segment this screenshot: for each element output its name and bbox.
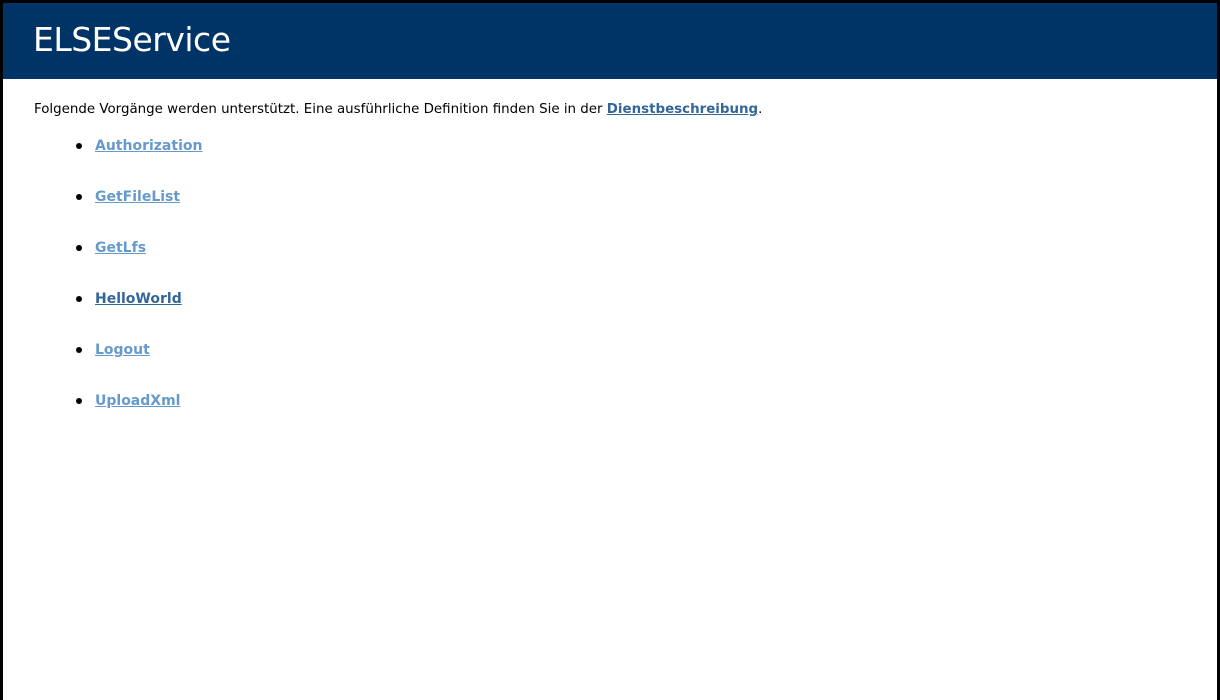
operation-link-helloworld[interactable]: HelloWorld	[95, 291, 182, 307]
page-frame: ELSEService Folgende Vorgänge werden unt…	[0, 0, 1220, 700]
list-item: UploadXml	[34, 390, 1217, 441]
header-banner: ELSEService	[3, 3, 1217, 79]
bullet-icon	[76, 398, 82, 404]
bullet-icon	[76, 143, 82, 149]
bullet-icon	[76, 296, 82, 302]
main-content: Folgende Vorgänge werden unterstützt. Ei…	[3, 79, 1217, 441]
list-item: Logout	[34, 339, 1217, 390]
intro-text-end: .	[758, 102, 763, 117]
operation-link-uploadxml[interactable]: UploadXml	[95, 393, 180, 409]
operations-list: Authorization GetFileList GetLfs HelloWo…	[34, 121, 1217, 441]
list-item: GetLfs	[34, 237, 1217, 288]
list-item: Authorization	[34, 135, 1217, 186]
service-description-link[interactable]: Dienstbeschreibung	[607, 102, 758, 117]
list-item: HelloWorld	[34, 288, 1217, 339]
intro-text: Folgende Vorgänge werden unterstützt. Ei…	[34, 102, 607, 117]
list-item: GetFileList	[34, 186, 1217, 237]
operation-link-logout[interactable]: Logout	[95, 342, 150, 358]
operation-link-authorization[interactable]: Authorization	[95, 138, 202, 154]
page-title: ELSEService	[33, 20, 231, 59]
intro-paragraph: Folgende Vorgänge werden unterstützt. Ei…	[34, 79, 1217, 121]
bullet-icon	[76, 347, 82, 353]
bullet-icon	[76, 245, 82, 251]
operation-link-getlfs[interactable]: GetLfs	[95, 240, 146, 256]
bullet-icon	[76, 194, 82, 200]
operation-link-getfilelist[interactable]: GetFileList	[95, 189, 180, 205]
